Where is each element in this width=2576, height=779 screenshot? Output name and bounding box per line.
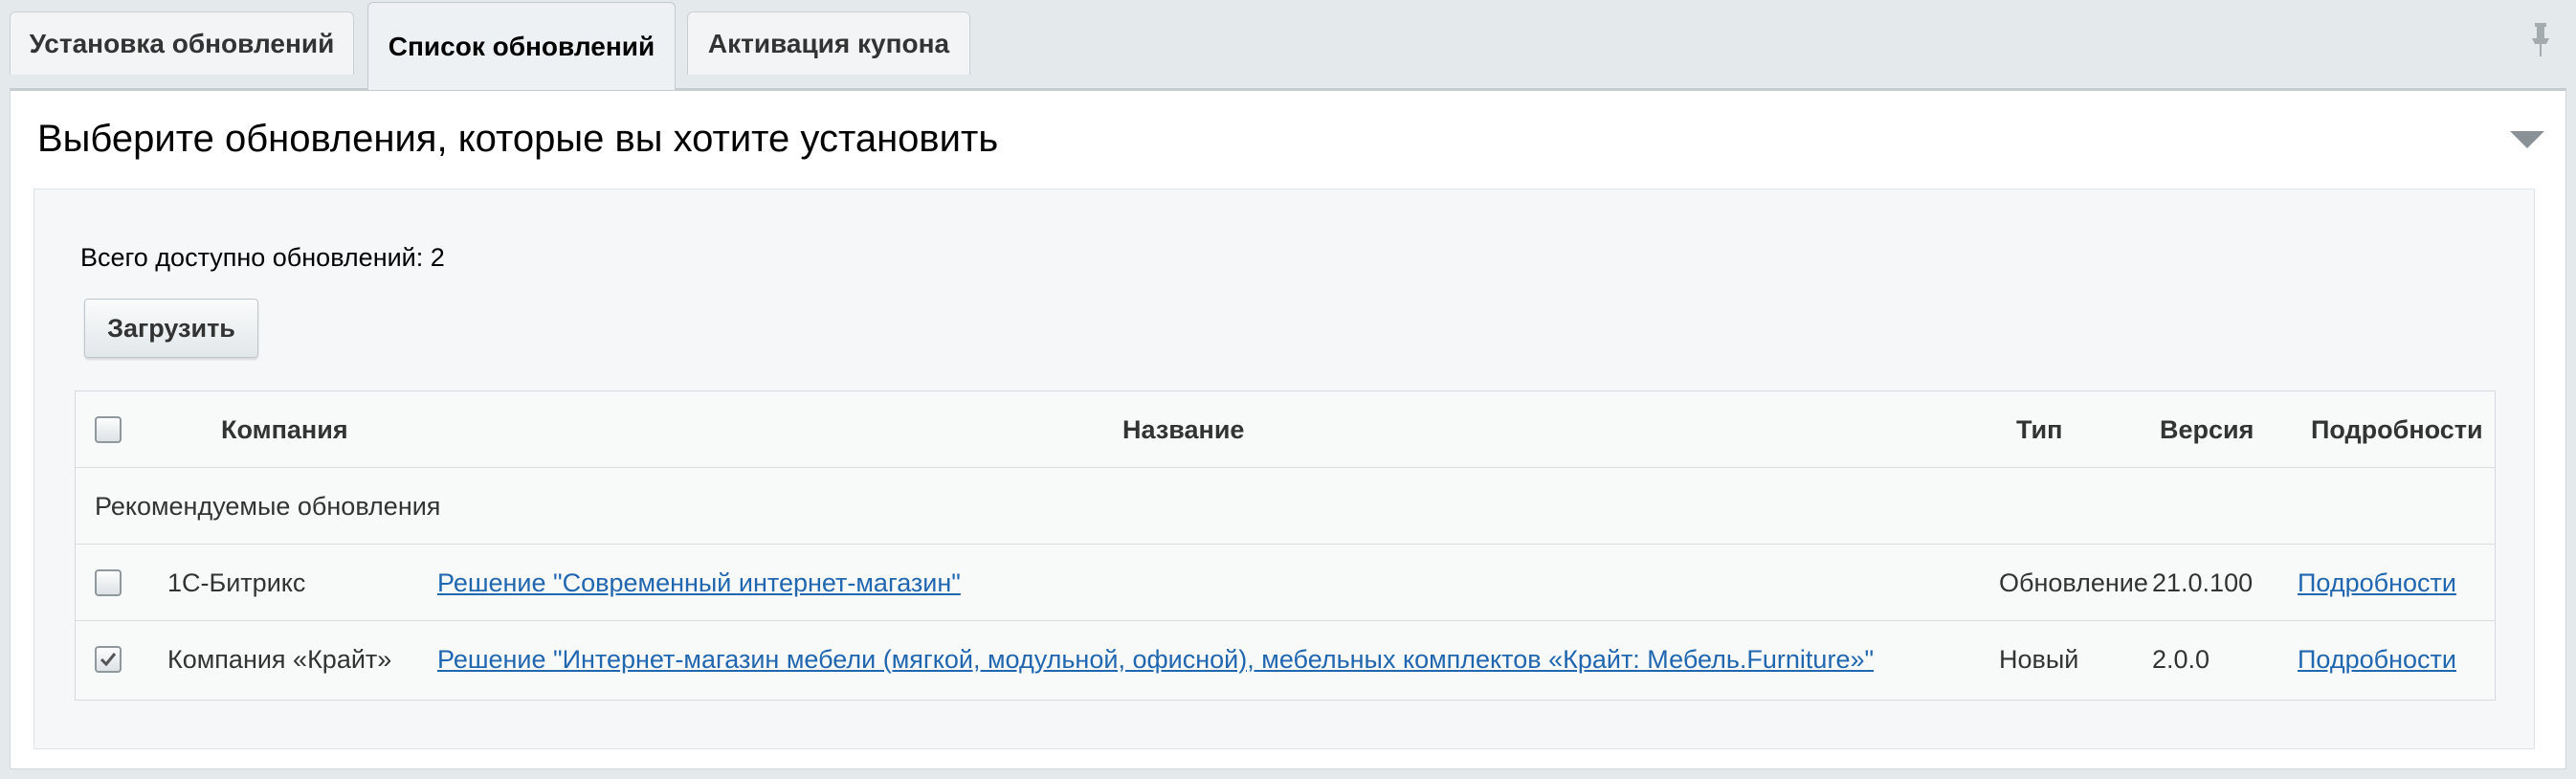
row-select-cell xyxy=(95,621,122,698)
tab-install-updates[interactable]: Установка обновлений xyxy=(10,11,354,75)
row-checkbox[interactable] xyxy=(95,569,122,596)
tab-label: Активация купона xyxy=(707,28,950,58)
group-row: Рекомендуемые обновления xyxy=(76,468,2495,545)
row-name-link[interactable]: Решение "Интернет-магазин мебели (мягкой… xyxy=(437,645,1874,675)
row-type: Обновление xyxy=(1999,568,2148,597)
row-details-cell: Подробности xyxy=(2298,621,2456,698)
row-select-cell xyxy=(95,545,122,621)
row-company: 1С-Битрикс xyxy=(167,568,306,597)
header-name[interactable]: Название xyxy=(1122,391,1244,468)
select-all-cell xyxy=(95,391,122,468)
row-version: 21.0.100 xyxy=(2152,568,2254,597)
check-icon xyxy=(100,653,117,667)
table-row: 1С-Битрикс Решение "Современный интернет… xyxy=(76,545,2495,621)
row-checkbox[interactable] xyxy=(95,646,122,673)
row-name-cell: Решение "Современный интернет-магазин" xyxy=(437,545,961,621)
updates-panel: Выберите обновления, которые вы хотите у… xyxy=(10,88,2566,769)
updates-table: Компания Название Тип Версия Подробности… xyxy=(75,390,2496,701)
panel-title: Выберите обновления, которые вы хотите у… xyxy=(37,118,999,160)
row-name-cell: Решение "Интернет-магазин мебели (мягкой… xyxy=(437,621,1874,698)
triangle-down-icon[interactable] xyxy=(2510,131,2544,148)
header-company[interactable]: Компания xyxy=(221,391,348,468)
tab-updates-list[interactable]: Список обновлений xyxy=(367,2,676,90)
row-version: 2.0.0 xyxy=(2152,644,2210,674)
table-header-row: Компания Название Тип Версия Подробности xyxy=(76,391,2495,468)
row-details-cell: Подробности xyxy=(2298,545,2456,621)
row-company: Компания «Крайт» xyxy=(167,644,392,674)
table-row: Компания «Крайт» Решение "Интернет-магаз… xyxy=(76,621,2495,698)
panel-content: Всего доступно обновлений: 2 Загрузить К… xyxy=(33,189,2535,749)
row-type: Новый xyxy=(1999,644,2079,674)
row-name-link[interactable]: Решение "Современный интернет-магазин" xyxy=(437,568,961,598)
select-all-checkbox[interactable] xyxy=(95,416,122,443)
row-details-link[interactable]: Подробности xyxy=(2298,645,2456,675)
load-button[interactable]: Загрузить xyxy=(84,299,258,358)
header-type[interactable]: Тип xyxy=(2016,391,2062,468)
tab-label: Установка обновлений xyxy=(29,28,335,58)
tab-coupon-activation[interactable]: Активация купона xyxy=(687,11,970,75)
tab-bar: Установка обновлений Список обновлений А… xyxy=(0,0,2576,90)
group-label: Рекомендуемые обновления xyxy=(95,491,441,521)
updates-count: Всего доступно обновлений: 2 xyxy=(80,243,445,272)
header-version[interactable]: Версия xyxy=(2160,391,2254,468)
pin-icon[interactable] xyxy=(2528,21,2553,57)
header-details: Подробности xyxy=(2311,414,2483,444)
tab-label: Список обновлений xyxy=(388,31,655,61)
row-details-link[interactable]: Подробности xyxy=(2298,568,2456,598)
